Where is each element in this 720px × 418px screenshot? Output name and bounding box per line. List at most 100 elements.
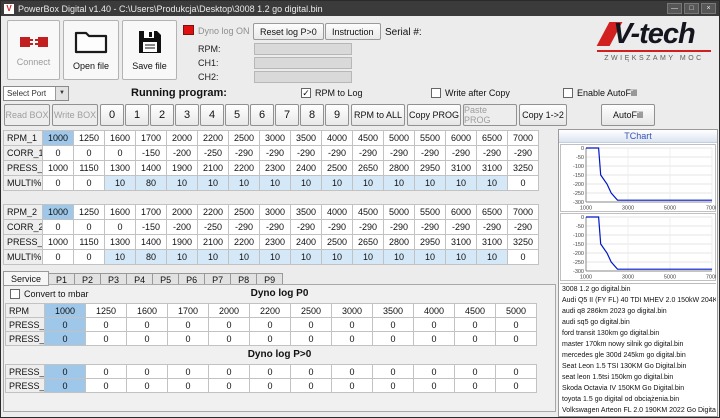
table-cell[interactable]: 2200 — [249, 303, 291, 318]
table-cell[interactable]: 0 — [42, 145, 74, 161]
table-cell[interactable]: 10 — [383, 175, 415, 191]
table-cell[interactable]: 0 — [85, 364, 127, 379]
table-cell[interactable]: 1700 — [135, 204, 167, 220]
table-cell[interactable]: 0 — [44, 364, 86, 379]
table-cell[interactable]: 1000 — [42, 130, 74, 146]
table-cell[interactable]: 10 — [383, 249, 415, 265]
table-cell[interactable]: 5500 — [414, 130, 446, 146]
table-cell[interactable]: 2500 — [228, 130, 260, 146]
table-cell[interactable]: 2100 — [197, 160, 229, 176]
table-cell[interactable]: 0 — [85, 378, 127, 393]
table-cell[interactable]: 1000 — [44, 303, 86, 318]
table-cell[interactable]: 3000 — [259, 204, 291, 220]
table-cell[interactable]: 4000 — [321, 204, 353, 220]
table-cell[interactable]: 0 — [126, 317, 168, 332]
table-cell[interactable]: 2950 — [414, 234, 446, 250]
table-cell[interactable]: 2000 — [166, 130, 198, 146]
table-cell[interactable]: 2000 — [208, 303, 250, 318]
table-cell[interactable]: 1900 — [166, 234, 198, 250]
rpm-to-all-button[interactable]: RPM to ALL — [351, 104, 405, 126]
table-cell[interactable]: 80 — [135, 249, 167, 265]
select-port-dropdown[interactable]: Select Port ▼ — [3, 86, 69, 101]
table-cell[interactable]: -290 — [352, 145, 384, 161]
table-cell[interactable]: 2400 — [290, 234, 322, 250]
table-cell[interactable]: -290 — [228, 145, 260, 161]
table-cell[interactable]: 5000 — [495, 303, 537, 318]
table-cell[interactable]: -250 — [197, 219, 229, 235]
table-cell[interactable]: 1300 — [104, 234, 136, 250]
table-cell[interactable]: 0 — [73, 249, 105, 265]
table-cell[interactable]: -290 — [507, 219, 539, 235]
table-cell[interactable]: 2200 — [197, 130, 229, 146]
checkbox-rpm-to-log[interactable]: ✓ RPM to Log — [301, 88, 363, 98]
table-cell[interactable]: 0 — [73, 175, 105, 191]
table-cell[interactable]: 0 — [249, 364, 291, 379]
table-cell[interactable]: 10 — [445, 175, 477, 191]
table-cell[interactable]: 0 — [372, 378, 414, 393]
table-cell[interactable]: 1600 — [126, 303, 168, 318]
table-cell[interactable]: 1600 — [104, 204, 136, 220]
table-cell[interactable]: 0 — [126, 331, 168, 346]
table-cell[interactable]: 10 — [352, 175, 384, 191]
table-cell[interactable]: 0 — [495, 378, 537, 393]
minimize-button[interactable]: — — [667, 3, 682, 14]
copy-1-2-button[interactable]: Copy 1->2 — [519, 104, 567, 126]
table-cell[interactable]: 0 — [42, 219, 74, 235]
table-cell[interactable]: -150 — [135, 219, 167, 235]
table-cell[interactable]: 0 — [372, 331, 414, 346]
table-cell[interactable]: 0 — [495, 331, 537, 346]
table-cell[interactable]: 0 — [495, 317, 537, 332]
program-button-0[interactable]: 0 — [100, 104, 124, 126]
table-cell[interactable]: -290 — [321, 145, 353, 161]
table-cell[interactable]: 10 — [104, 249, 136, 265]
table-cell[interactable]: 1700 — [167, 303, 209, 318]
program-button-7[interactable]: 7 — [275, 104, 299, 126]
table-cell[interactable]: 0 — [290, 317, 332, 332]
table-cell[interactable]: 2500 — [228, 204, 260, 220]
table-cell[interactable]: 3100 — [476, 160, 508, 176]
table-cell[interactable]: 3100 — [476, 234, 508, 250]
file-list-item[interactable]: toyota 1.5 go digital od obciążenia.bin — [560, 394, 716, 405]
table-cell[interactable]: 2400 — [290, 160, 322, 176]
table-cell[interactable]: 1400 — [135, 160, 167, 176]
table-cell[interactable]: -290 — [352, 219, 384, 235]
table-cell[interactable]: 4500 — [352, 130, 384, 146]
table-cell[interactable]: -290 — [228, 219, 260, 235]
program-button-3[interactable]: 3 — [175, 104, 199, 126]
instruction-button[interactable]: Instruction — [325, 23, 381, 40]
table-cell[interactable]: 0 — [73, 219, 105, 235]
table-cell[interactable]: 5000 — [383, 130, 415, 146]
table-cell[interactable]: 0 — [331, 317, 373, 332]
table-cell[interactable]: -290 — [445, 219, 477, 235]
table-cell[interactable]: 0 — [167, 364, 209, 379]
table-cell[interactable]: 1000 — [42, 160, 74, 176]
table-cell[interactable]: 0 — [249, 317, 291, 332]
table-cell[interactable]: 7000 — [507, 130, 539, 146]
table-cell[interactable]: 3500 — [290, 130, 322, 146]
file-list-item[interactable]: Skoda Octavia IV 150KM Go Digital.bin — [560, 383, 716, 394]
file-list-item[interactable]: audi q8 286km 2023 go digital.bin — [560, 306, 716, 317]
table-cell[interactable]: 3500 — [290, 204, 322, 220]
table-cell[interactable]: 6000 — [445, 204, 477, 220]
table-cell[interactable]: -290 — [476, 145, 508, 161]
table-cell[interactable]: 2000 — [166, 204, 198, 220]
table-cell[interactable]: 1150 — [73, 160, 105, 176]
table-cell[interactable]: 1300 — [104, 160, 136, 176]
table-cell[interactable]: 10 — [352, 249, 384, 265]
table-cell[interactable]: 10 — [445, 249, 477, 265]
table-cell[interactable]: 0 — [167, 317, 209, 332]
table-cell[interactable]: 3250 — [507, 234, 539, 250]
table-cell[interactable]: 0 — [413, 331, 455, 346]
table-cell[interactable]: 1150 — [73, 234, 105, 250]
table-cell[interactable]: 0 — [208, 317, 250, 332]
file-list-item[interactable]: mercedes gle 300d 245km go digital.bin — [560, 350, 716, 361]
table-cell[interactable]: 0 — [44, 331, 86, 346]
table-cell[interactable]: 6000 — [445, 130, 477, 146]
table-cell[interactable]: 4500 — [454, 303, 496, 318]
table-cell[interactable]: -290 — [507, 145, 539, 161]
table-cell[interactable]: 10 — [228, 175, 260, 191]
table-cell[interactable]: 0 — [249, 331, 291, 346]
table-cell[interactable]: 0 — [507, 175, 539, 191]
table-cell[interactable]: 10 — [414, 249, 446, 265]
table-cell[interactable]: -290 — [383, 145, 415, 161]
